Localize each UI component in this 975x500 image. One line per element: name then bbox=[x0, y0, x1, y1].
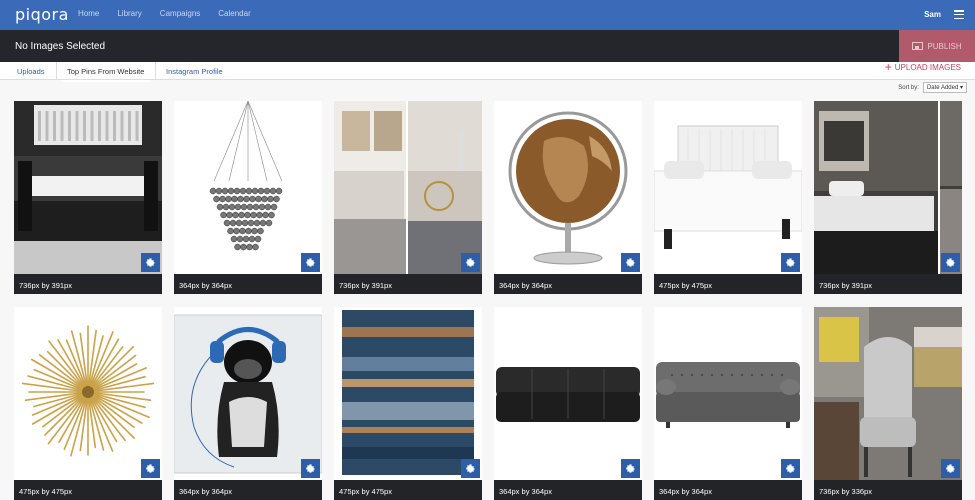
sort-select[interactable]: Date Added ▾ bbox=[922, 82, 967, 93]
pug-headphones-print-image[interactable] bbox=[174, 307, 322, 480]
source-tabs: Uploads Top Pins From Website Instagram … bbox=[0, 60, 975, 82]
publish-label: PUBLISH bbox=[927, 41, 962, 51]
gear-icon[interactable] bbox=[461, 253, 480, 272]
gear-icon[interactable] bbox=[941, 459, 960, 478]
nav-link-library[interactable]: Library bbox=[117, 9, 141, 18]
image-size-label: 475px by 475px bbox=[654, 274, 802, 294]
tab-instagram-profile[interactable]: Instagram Profile bbox=[166, 67, 223, 76]
selection-bar: No Images Selected PUBLISH bbox=[0, 30, 975, 62]
image-card[interactable]: 364px by 364px bbox=[174, 101, 322, 294]
image-size-label: 364px by 364px bbox=[494, 274, 642, 294]
image-size-label: 736px by 391px bbox=[814, 274, 962, 294]
gear-icon[interactable] bbox=[781, 459, 800, 478]
gear-icon[interactable] bbox=[781, 253, 800, 272]
gold-starburst-image[interactable] bbox=[14, 307, 162, 480]
tab-divider bbox=[56, 62, 57, 80]
gear-icon[interactable] bbox=[461, 459, 480, 478]
image-size-label: 364px by 364px bbox=[174, 480, 322, 500]
sort-value: Date Added bbox=[926, 85, 959, 91]
selection-status: No Images Selected bbox=[15, 41, 106, 52]
sort-control: Sort by: Date Added ▾ bbox=[898, 82, 967, 93]
image-size-label: 364px by 364px bbox=[654, 480, 802, 500]
nav-link-calendar[interactable]: Calendar bbox=[218, 9, 250, 18]
tab-divider bbox=[155, 62, 156, 80]
image-icon bbox=[912, 42, 924, 50]
tab-uploads[interactable]: Uploads bbox=[17, 67, 45, 76]
abstract-rug-image[interactable] bbox=[334, 307, 482, 480]
image-card[interactable]: 736px by 391px bbox=[814, 101, 962, 294]
image-size-label: 736px by 336px bbox=[814, 480, 962, 500]
piqora-logo[interactable]: piqora bbox=[15, 5, 69, 24]
upload-images-label: UPLOAD IMAGES bbox=[894, 62, 961, 72]
image-card[interactable]: 364px by 364px bbox=[494, 101, 642, 294]
plus-icon: + bbox=[884, 60, 892, 74]
image-size-label: 364px by 364px bbox=[494, 480, 642, 500]
gear-icon[interactable] bbox=[301, 459, 320, 478]
gear-icon[interactable] bbox=[621, 253, 640, 272]
nav-link-campaigns[interactable]: Campaigns bbox=[160, 9, 200, 18]
image-size-label: 475px by 475px bbox=[334, 480, 482, 500]
image-card[interactable]: 736px by 391px bbox=[334, 101, 482, 294]
grey-chair-room-image[interactable] bbox=[814, 307, 962, 480]
image-size-label: 364px by 364px bbox=[174, 274, 322, 294]
image-size-label: 736px by 391px bbox=[334, 274, 482, 294]
crystal-chandelier-image[interactable] bbox=[174, 101, 322, 274]
publish-button[interactable]: PUBLISH bbox=[899, 30, 975, 62]
image-card[interactable]: 364px by 364px bbox=[494, 307, 642, 500]
living-room-image[interactable] bbox=[334, 101, 482, 274]
image-card[interactable]: 475px by 475px bbox=[14, 307, 162, 500]
gear-icon[interactable] bbox=[141, 253, 160, 272]
image-card[interactable]: 736px by 391px bbox=[14, 101, 162, 294]
sort-label: Sort by: bbox=[898, 84, 919, 91]
nav-link-home[interactable]: Home bbox=[78, 9, 99, 18]
top-navigation-bar: piqora Home Library Campaigns Calendar S… bbox=[0, 0, 975, 30]
dark-bedroom-image[interactable] bbox=[814, 101, 962, 274]
tab-top-pins-from-website[interactable]: Top Pins From Website bbox=[60, 67, 151, 82]
gear-icon[interactable] bbox=[941, 253, 960, 272]
white-bed-image[interactable] bbox=[654, 101, 802, 274]
image-card[interactable]: 364px by 364px bbox=[654, 307, 802, 500]
image-card[interactable]: 475px by 475px bbox=[334, 307, 482, 500]
image-card[interactable]: 736px by 336px bbox=[814, 307, 962, 500]
upload-images-button[interactable]: + UPLOAD IMAGES bbox=[884, 60, 961, 74]
image-size-label: 475px by 475px bbox=[14, 480, 162, 500]
user-name[interactable]: Sam bbox=[924, 10, 941, 19]
image-card[interactable]: 475px by 475px bbox=[654, 101, 802, 294]
hamburger-menu-icon[interactable] bbox=[954, 10, 964, 20]
copper-globe-image[interactable] bbox=[494, 101, 642, 274]
gear-icon[interactable] bbox=[301, 253, 320, 272]
image-size-label: 736px by 391px bbox=[14, 274, 162, 294]
main-nav: Home Library Campaigns Calendar bbox=[78, 9, 251, 18]
black-sectional-sofa-image[interactable] bbox=[494, 307, 642, 480]
gear-icon[interactable] bbox=[141, 459, 160, 478]
grey-tufted-sofa-image[interactable] bbox=[654, 307, 802, 480]
image-card[interactable]: 364px by 364px bbox=[174, 307, 322, 500]
gear-icon[interactable] bbox=[621, 459, 640, 478]
dining-room-image[interactable] bbox=[14, 101, 162, 274]
